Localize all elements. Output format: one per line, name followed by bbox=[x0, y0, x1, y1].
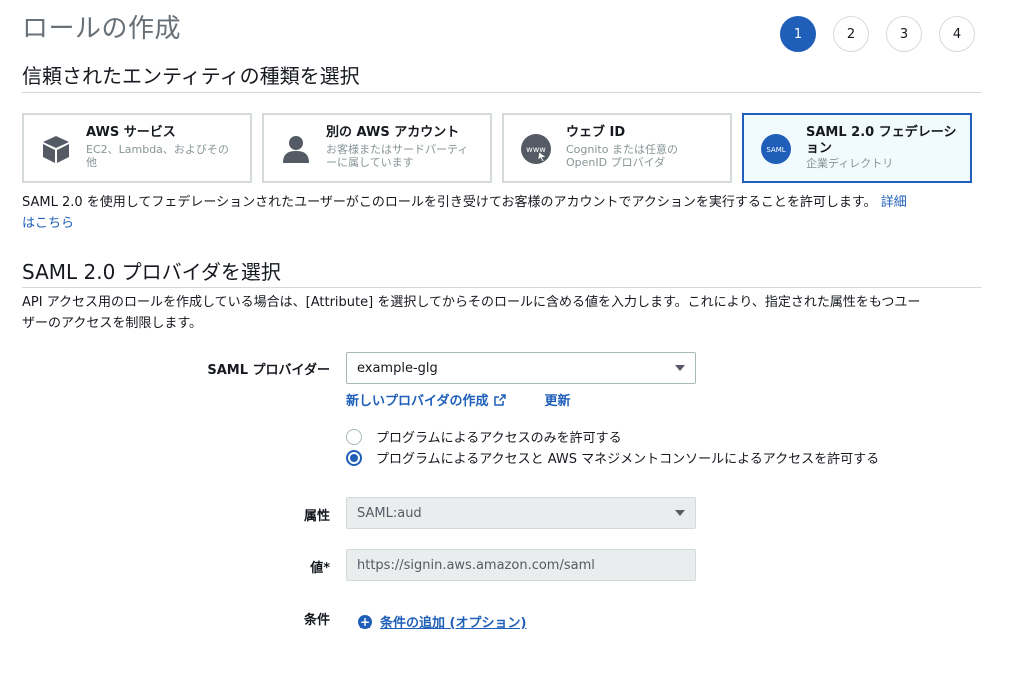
entity-description: SAML 2.0 を使用してフェデレーションされたユーザーがこのロールを引き受け… bbox=[22, 195, 907, 231]
entity-type-cards: AWS サービス EC2、Lambda、およびその 他 別の AWS アカウント… bbox=[22, 113, 972, 183]
entity-section-heading: 信頼されたエンティティの種類を選択 bbox=[22, 64, 360, 88]
svg-text:www: www bbox=[526, 145, 546, 154]
card-title: ョン bbox=[806, 141, 833, 156]
step-4[interactable]: 4 bbox=[939, 16, 975, 52]
learn-more-link[interactable]: はこちら bbox=[22, 216, 74, 231]
saml-icon-text: SAML bbox=[766, 146, 785, 154]
provider-section-heading: SAML 2.0 プロバイダを選択 bbox=[22, 260, 281, 284]
attribute-label: 属性 bbox=[303, 509, 330, 524]
card-subtitle: お客様またはサードパーティ bbox=[326, 143, 469, 156]
radio-programmatic-only[interactable]: プログラムによるアクセスのみを許可する bbox=[346, 427, 622, 446]
cube-icon bbox=[38, 131, 74, 167]
learn-more-link[interactable]: 詳細 bbox=[881, 195, 907, 210]
radio-button-selected[interactable] bbox=[346, 449, 362, 466]
refresh-link[interactable]: 更新 bbox=[544, 390, 570, 410]
provider-description: API アクセス用のロールを作成している場合は、[Attribute] を選択し… bbox=[22, 295, 921, 331]
www-icon: www bbox=[518, 131, 554, 167]
value-label: 値* bbox=[310, 561, 330, 576]
condition-label: 条件 bbox=[303, 613, 330, 628]
step-2[interactable]: 2 bbox=[833, 16, 869, 52]
card-web-identity[interactable]: www ウェブ ID Cognito または任意の OpenID プロバイダ bbox=[502, 113, 732, 183]
card-saml-federation[interactable]: SAML SAML 2.0 フェデレーシ ョン 企業ディレクトリ bbox=[742, 113, 972, 183]
saml-provider-label: SAML プロバイダー bbox=[207, 363, 330, 378]
card-another-account[interactable]: 別の AWS アカウント お客様またはサードパーティ ーに属しています bbox=[262, 113, 492, 183]
card-title: AWS サービス bbox=[86, 125, 176, 140]
card-subtitle: OpenID プロバイダ bbox=[566, 156, 666, 169]
radio-button[interactable] bbox=[346, 428, 362, 445]
plus-circle-icon: + bbox=[358, 614, 372, 629]
card-subtitle: EC2、Lambda、およびその bbox=[86, 143, 229, 156]
saml-provider-select[interactable]: example-glg bbox=[346, 352, 696, 384]
card-subtitle: ーに属しています bbox=[326, 156, 414, 169]
external-link-icon bbox=[494, 394, 507, 410]
card-title: SAML 2.0 フェデレーシ bbox=[806, 125, 957, 140]
card-aws-service[interactable]: AWS サービス EC2、Lambda、およびその 他 bbox=[22, 113, 252, 183]
card-subtitle: 企業ディレクトリ bbox=[806, 157, 894, 170]
value-input[interactable]: https://signin.aws.amazon.com/saml bbox=[346, 549, 696, 581]
step-1[interactable]: 1 bbox=[780, 16, 816, 52]
saml-icon: SAML bbox=[758, 131, 794, 167]
add-condition-button[interactable]: + 条件の追加 (オプション) bbox=[358, 612, 526, 631]
card-title: ウェブ ID bbox=[566, 125, 626, 140]
user-icon bbox=[278, 131, 314, 167]
section-divider bbox=[22, 287, 982, 288]
page-title: ロールの作成 bbox=[22, 14, 182, 44]
attribute-select[interactable]: SAML:aud bbox=[346, 497, 696, 529]
radio-programmatic-and-console[interactable]: プログラムによるアクセスと AWS マネジメントコンソールによるアクセスを許可す… bbox=[346, 448, 879, 467]
card-subtitle: 他 bbox=[86, 156, 97, 169]
section-divider bbox=[22, 92, 982, 93]
card-subtitle: Cognito または任意の bbox=[566, 143, 678, 156]
caret-down-icon bbox=[675, 365, 685, 371]
provider-links: 新しいプロバイダの作成 更新 bbox=[346, 390, 571, 410]
caret-down-icon bbox=[675, 510, 685, 516]
card-title: 別の AWS アカウント bbox=[326, 125, 460, 140]
wizard-steps: 1 2 3 4 bbox=[780, 16, 975, 52]
step-3[interactable]: 3 bbox=[886, 16, 922, 52]
create-provider-link[interactable]: 新しいプロバイダの作成 bbox=[346, 390, 507, 410]
